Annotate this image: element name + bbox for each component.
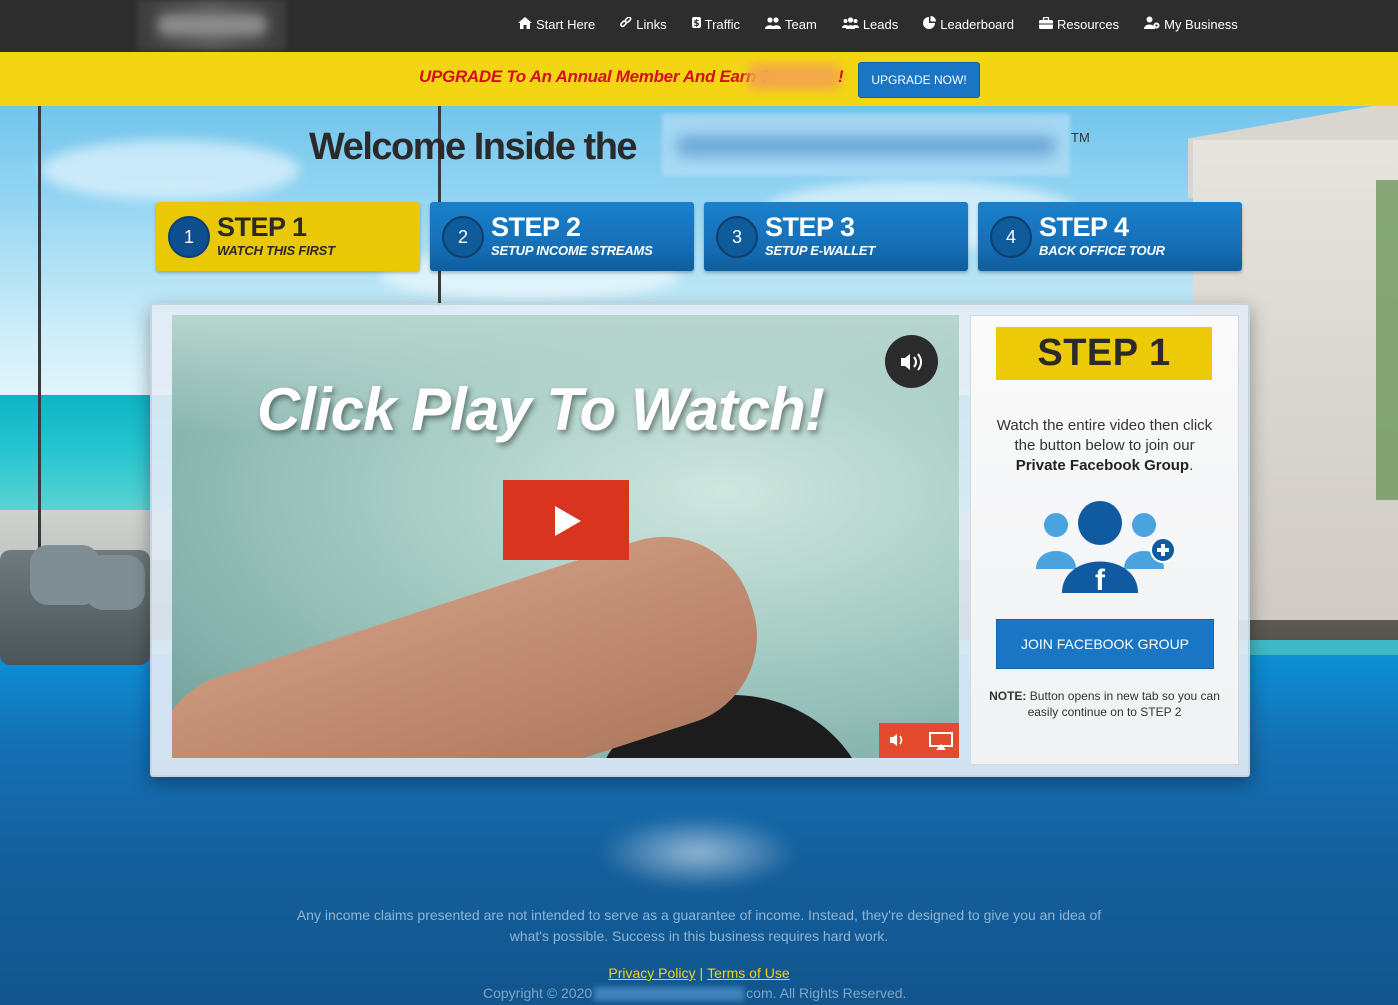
tab-step-4[interactable]: 4 STEP 4 BACK OFFICE TOUR — [978, 202, 1242, 271]
step-title: STEP 1 — [217, 212, 307, 242]
footer-links: Privacy Policy | Terms of Use — [0, 965, 1398, 981]
link-icon — [620, 15, 632, 32]
pillow — [85, 555, 145, 610]
facebook-group-add-icon: f — [1034, 501, 1176, 598]
redacted-amount — [748, 64, 840, 90]
dollar-icon: $ — [691, 16, 701, 32]
nav-label: Start Here — [536, 16, 596, 32]
video-overlay-title: Click Play To Watch! — [257, 376, 825, 443]
chart-pie-icon — [923, 16, 937, 32]
video-control-bar — [879, 723, 959, 758]
swing-rope — [38, 106, 41, 566]
step-number-badge: 2 — [442, 216, 484, 258]
page-title: Welcome Inside the — [309, 126, 638, 168]
trademark-symbol: TM — [1071, 130, 1090, 145]
tab-step-2[interactable]: 2 STEP 2 SETUP INCOME STREAMS — [430, 202, 694, 271]
home-icon — [518, 16, 532, 32]
airplay-button[interactable] — [919, 723, 959, 758]
nav-label: Team — [785, 16, 817, 32]
nav-start-here[interactable]: Start Here — [518, 16, 595, 32]
upgrade-promo-bar: UPGRADE To An Annual Member And Earn $ ! — [0, 52, 1398, 106]
nav-traffic[interactable]: $ Traffic — [691, 16, 741, 32]
step-number-badge: 1 — [168, 216, 210, 258]
footer-logo — [598, 815, 798, 890]
income-disclaimer: Any income claims presented are not inte… — [296, 907, 1102, 944]
step-tabs: 1 STEP 1 WATCH THIS FIRST 2 STEP 2 SETUP… — [156, 202, 1242, 271]
svg-text:f: f — [1095, 564, 1106, 593]
promo-exclamation: ! — [838, 67, 844, 86]
briefcase-icon — [1038, 16, 1053, 32]
footer-separator: | — [699, 965, 704, 981]
promo-text: UPGRADE To An Annual Member And Earn $ — [419, 67, 770, 86]
nav-links: Start Here Links $ Traffic Team Leads Le… — [518, 15, 1238, 32]
note-label: NOTE: — [989, 689, 1027, 703]
svg-text:$: $ — [693, 19, 699, 29]
palm-tree — [1376, 180, 1398, 500]
new-tab-note: NOTE: Button opens in new tab so you can… — [985, 688, 1224, 720]
step-title: STEP 3 — [765, 212, 855, 242]
step-content-panel: Click Play To Watch! STEP 1 Watch the en… — [150, 303, 1250, 777]
join-facebook-group-button[interactable]: JOIN FACEBOOK GROUP — [996, 619, 1214, 669]
step-number-badge: 3 — [716, 216, 758, 258]
step-subtitle: WATCH THIS FIRST — [217, 243, 335, 258]
step-subtitle: BACK OFFICE TOUR — [1039, 243, 1165, 258]
nav-links-item[interactable]: Links — [620, 15, 667, 32]
step-sidebar: STEP 1 Watch the entire video then click… — [970, 315, 1239, 765]
step-instructions: Watch the entire video then click the bu… — [989, 416, 1220, 476]
upgrade-now-button[interactable]: UPGRADE NOW! — [858, 62, 980, 98]
step-title: STEP 4 — [1039, 212, 1129, 242]
cloud — [40, 140, 300, 200]
terms-of-use-link[interactable]: Terms of Use — [707, 965, 789, 981]
play-button[interactable] — [503, 480, 629, 560]
user-cog-icon — [1144, 16, 1160, 32]
step-number-badge: 4 — [990, 216, 1032, 258]
nav-label: Resources — [1056, 16, 1120, 32]
nav-label: My Business — [1164, 16, 1238, 32]
step-subtitle: SETUP INCOME STREAMS — [491, 243, 653, 258]
airplay-icon — [929, 732, 953, 750]
instruction-period: . — [1189, 457, 1194, 474]
step-subtitle: SETUP E-WALLET — [765, 243, 876, 258]
nav-my-business[interactable]: My Business — [1144, 16, 1238, 32]
nav-team[interactable]: Team — [765, 16, 817, 32]
volume-icon — [890, 734, 903, 746]
unmute-button[interactable] — [885, 335, 938, 388]
privacy-policy-link[interactable]: Privacy Policy — [608, 965, 695, 981]
tab-step-1[interactable]: 1 STEP 1 WATCH THIS FIRST — [156, 202, 420, 271]
nav-leaderboard[interactable]: Leaderboard — [923, 16, 1014, 32]
copyright-suffix: com. All Rights Reserved. — [746, 985, 907, 1001]
nav-resources[interactable]: Resources — [1038, 16, 1120, 32]
users-icon — [765, 16, 782, 32]
nav-leads[interactable]: Leads — [841, 16, 899, 32]
volume-icon — [901, 353, 922, 371]
video-player[interactable]: Click Play To Watch! — [172, 315, 959, 758]
nav-label: Leads — [862, 16, 899, 32]
volume-button[interactable] — [879, 723, 919, 758]
step-title: STEP 2 — [491, 212, 581, 242]
nav-label: Traffic — [704, 16, 741, 32]
redacted-brand-name — [662, 114, 1070, 176]
step-badge: STEP 1 — [996, 327, 1212, 380]
instruction-text: Watch the entire video then click the bu… — [996, 417, 1213, 454]
top-navigation: Start Here Links $ Traffic Team Leads Le… — [0, 0, 1398, 52]
tab-step-3[interactable]: 3 STEP 3 SETUP E-WALLET — [704, 202, 968, 271]
site-logo[interactable] — [137, 0, 286, 50]
redacted-domain — [594, 987, 745, 1002]
instruction-emphasis: Private Facebook Group — [1015, 457, 1190, 474]
nav-label: Leaderboard — [940, 16, 1014, 32]
group-icon — [841, 16, 859, 32]
copyright-prefix: Copyright © 2020 — [483, 985, 593, 1001]
note-text: Button opens in new tab so you can easil… — [1026, 689, 1220, 719]
copyright: Copyright © 2020 com. All Rights Reserved… — [483, 985, 907, 1002]
nav-label: Links — [636, 16, 667, 32]
